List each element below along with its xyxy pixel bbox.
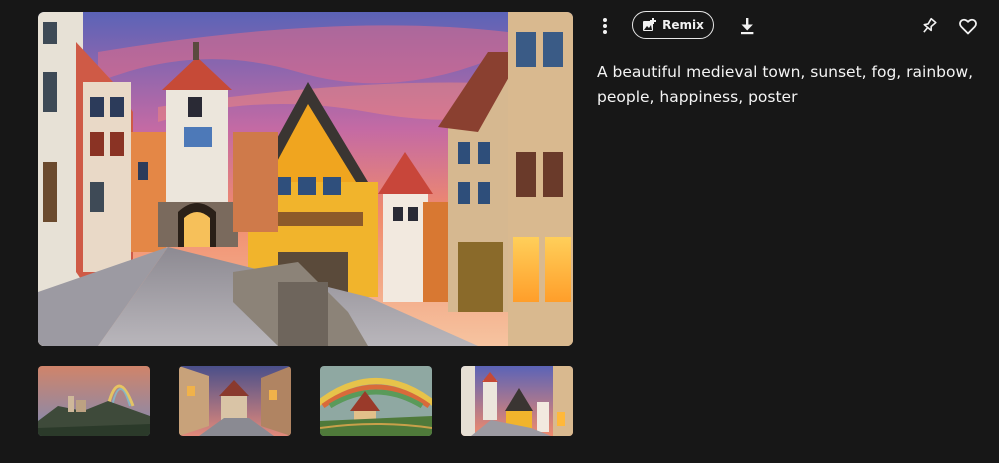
like-button[interactable] [953,11,983,41]
image-detail-page: Remix A beautiful medieval town, sunset,… [0,0,999,463]
image-action-toolbar: Remix [590,11,990,41]
thumbnail-image [320,366,432,436]
pin-button[interactable] [914,11,944,41]
remix-label: Remix [662,18,704,32]
remix-button[interactable]: Remix [632,11,714,39]
thumbnail-image [38,366,150,436]
medieval-town-illustration [38,12,573,346]
heart-icon [959,18,977,34]
thumbnail-1[interactable] [38,366,150,436]
prompt-text: A beautiful medieval town, sunset, fog, … [597,63,974,106]
image-plus-icon [643,18,657,31]
thumbnail-image [179,366,291,436]
download-icon [741,18,754,35]
thumbnail-2[interactable] [179,366,291,436]
more-options-button[interactable] [590,11,620,41]
more-vertical-icon [603,18,607,34]
main-image[interactable] [38,12,573,346]
thumbnail-image [461,366,573,436]
pin-icon [923,17,937,33]
download-button[interactable] [732,11,762,41]
thumbnail-4[interactable] [461,366,573,436]
thumbnail-3[interactable] [320,366,432,436]
thumbnail-strip [38,366,573,436]
